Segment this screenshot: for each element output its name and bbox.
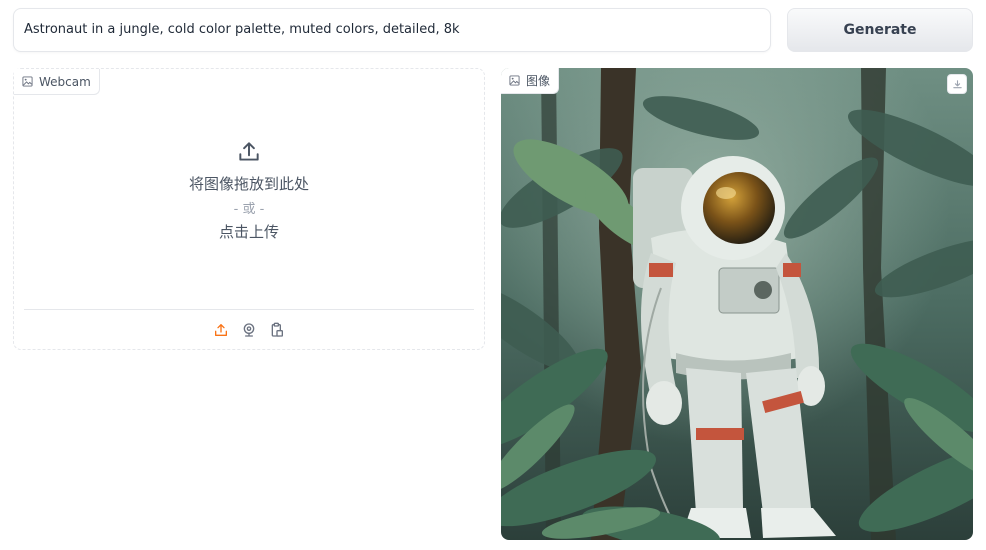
image-input-panel: Webcam 将图像拖放到此处 - 或 - 点击上传 — [13, 68, 485, 350]
upload-dropzone[interactable]: 将图像拖放到此处 - 或 - 点击上传 — [14, 139, 484, 242]
output-panel-tag: 图像 — [501, 68, 560, 94]
clipboard-source-button[interactable] — [268, 321, 286, 339]
drop-instruction: 将图像拖放到此处 — [188, 175, 309, 193]
clipboard-icon — [271, 322, 283, 337]
output-panel-label: 图像 — [526, 74, 551, 88]
click-to-upload: 点击上传 — [218, 223, 279, 241]
source-selector — [24, 309, 474, 349]
input-panel-label: Webcam — [39, 74, 91, 89]
image-icon — [22, 76, 33, 87]
upload-icon — [239, 142, 259, 161]
download-icon — [952, 79, 962, 88]
generated-image — [501, 68, 973, 540]
upload-source-button[interactable] — [212, 321, 230, 339]
generate-button[interactable]: Generate — [787, 8, 973, 52]
image-icon — [509, 75, 520, 86]
upload-icon — [215, 323, 227, 336]
or-separator: - 或 - — [233, 202, 265, 217]
webcam-icon — [243, 322, 255, 337]
image-output-panel: 图像 — [501, 68, 973, 540]
prompt-input[interactable]: Astronaut in a jungle, cold color palett… — [13, 8, 771, 52]
download-button[interactable] — [947, 74, 967, 94]
input-panel-tag: Webcam — [14, 69, 100, 95]
webcam-source-button[interactable] — [240, 321, 258, 339]
